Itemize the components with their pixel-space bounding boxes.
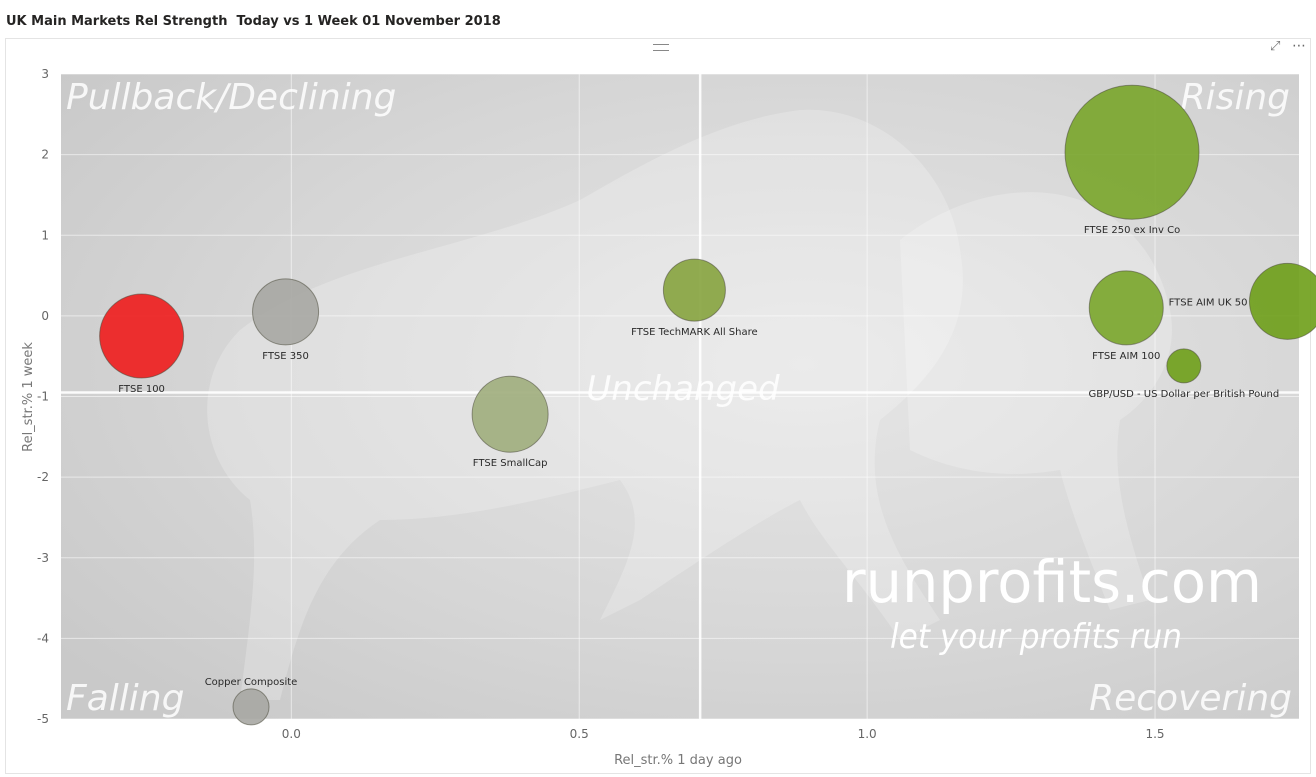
x-tick-label: 1.5	[1145, 727, 1164, 741]
y-tick-label: 2	[41, 148, 49, 162]
quadrant-label-top-left: Pullback/Declining	[66, 77, 396, 118]
x-axis-ticks: 0.0 0.5 1.0 1.5	[282, 727, 1165, 741]
bubble-chart: Pullback/Declining Rising Falling Recove…	[21, 67, 1316, 768]
quadrant-label-bottom-left: Falling	[66, 678, 184, 719]
y-tick-label: 0	[41, 309, 49, 323]
bubble-label: FTSE 100	[118, 384, 165, 395]
x-tick-label: 1.0	[858, 727, 877, 741]
bubble-label: FTSE 250 ex Inv Co	[1084, 225, 1180, 236]
y-tick-label: -3	[37, 551, 49, 565]
quadrant-label-bottom-right: Recovering	[1089, 678, 1292, 719]
bubble-mark[interactable]	[471, 375, 549, 453]
bubble-mark[interactable]	[1088, 270, 1164, 346]
bubble-mark[interactable]	[232, 688, 270, 726]
bubble-label: FTSE 350	[262, 351, 309, 362]
bubble-label: Copper Composite	[205, 677, 298, 688]
y-axis-title: Rel_str.% 1 week	[21, 342, 36, 452]
bubble-mark[interactable]	[99, 293, 185, 379]
x-axis-title: Rel_str.% 1 day ago	[614, 753, 742, 768]
bubble-mark[interactable]	[252, 278, 320, 346]
y-tick-label: -5	[37, 712, 49, 726]
bubble-label: FTSE AIM UK 50	[1169, 297, 1248, 308]
quadrant-label-center: Unchanged	[586, 369, 780, 409]
x-tick-label: 0.0	[282, 727, 301, 741]
bubble-label: FTSE AIM 100	[1092, 351, 1160, 362]
bubble-mark[interactable]	[1166, 348, 1202, 384]
quadrant-label-top-right: Rising	[1181, 77, 1290, 118]
bubble-mark[interactable]	[1064, 84, 1200, 220]
x-tick-label: 0.5	[570, 727, 589, 741]
y-tick-label: 3	[41, 67, 49, 81]
y-tick-label: -2	[37, 470, 49, 484]
y-tick-label: -4	[37, 631, 49, 645]
bubble-label: FTSE TechMARK All Share	[631, 327, 758, 338]
y-tick-label: -1	[37, 390, 49, 404]
bubble-label: GBP/USD - US Dollar per British Pound	[1088, 389, 1279, 400]
bubble-mark[interactable]	[662, 258, 726, 322]
brand-watermark: runprofits.com	[842, 548, 1262, 616]
y-tick-label: 1	[41, 228, 49, 242]
bubble-label: FTSE SmallCap	[473, 458, 548, 469]
tagline-watermark: let your profits run	[890, 617, 1182, 657]
y-axis-ticks: 3 2 1 0 -1 -2 -3 -4 -5	[37, 67, 49, 726]
